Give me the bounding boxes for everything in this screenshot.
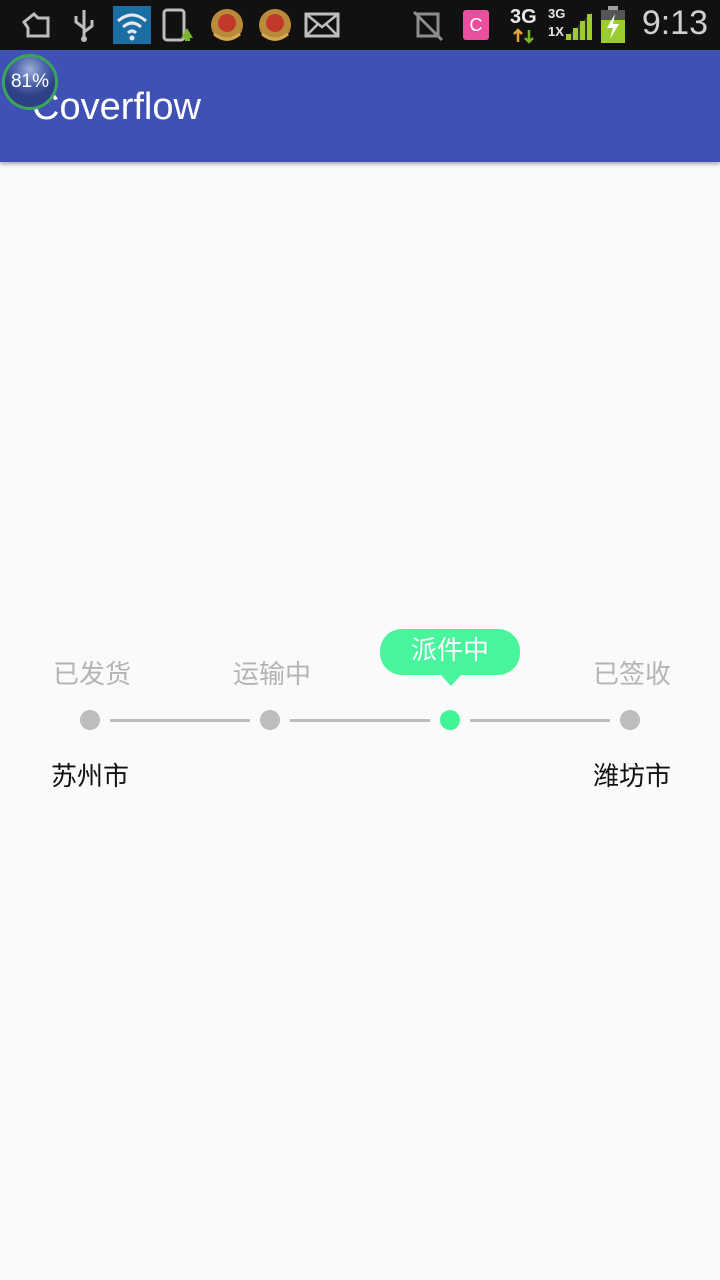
page-title: Coverflow (32, 86, 201, 128)
mute-icon (412, 10, 444, 42)
destination-city: 潍坊市 (592, 762, 671, 792)
step-connector-1 (110, 719, 250, 722)
step-label-in-transit: 运输中 (232, 660, 311, 690)
app-bar: Coverflow (0, 50, 720, 162)
step-dot-1 (80, 710, 100, 730)
current-step-bubble: 派件中 (380, 629, 520, 675)
current-step-bubble-pointer (440, 674, 462, 686)
battery-charging-icon (601, 6, 625, 43)
status-bar: C 3G 3G 1X 9:13 (0, 0, 720, 50)
step-dot-4 (620, 710, 640, 730)
recycle-icon (21, 11, 50, 38)
sim-icon: C (463, 10, 489, 40)
step-connector-2 (290, 719, 430, 722)
mail-icon (304, 12, 340, 38)
wifi-icon (113, 6, 151, 44)
network-3g-label: 3G (510, 6, 537, 28)
status-time: 9:13 (641, 4, 708, 42)
origin-city: 苏州市 (50, 762, 129, 792)
phone-update-icon (162, 8, 193, 42)
step-label-delivered: 已签收 (592, 660, 671, 690)
step-dot-3-active (440, 710, 460, 730)
data-arrows-icon (513, 28, 534, 44)
badge-icon (259, 9, 291, 41)
battery-percent-label: 81% (10, 71, 50, 92)
signal-icon (564, 12, 592, 40)
step-label-shipped: 已发货 (52, 660, 131, 690)
battery-monitor-bubble[interactable]: 81% (2, 54, 58, 110)
step-connector-3 (470, 719, 610, 722)
step-dot-2 (260, 710, 280, 730)
badge-icon (211, 9, 243, 41)
usb-icon (74, 10, 94, 42)
